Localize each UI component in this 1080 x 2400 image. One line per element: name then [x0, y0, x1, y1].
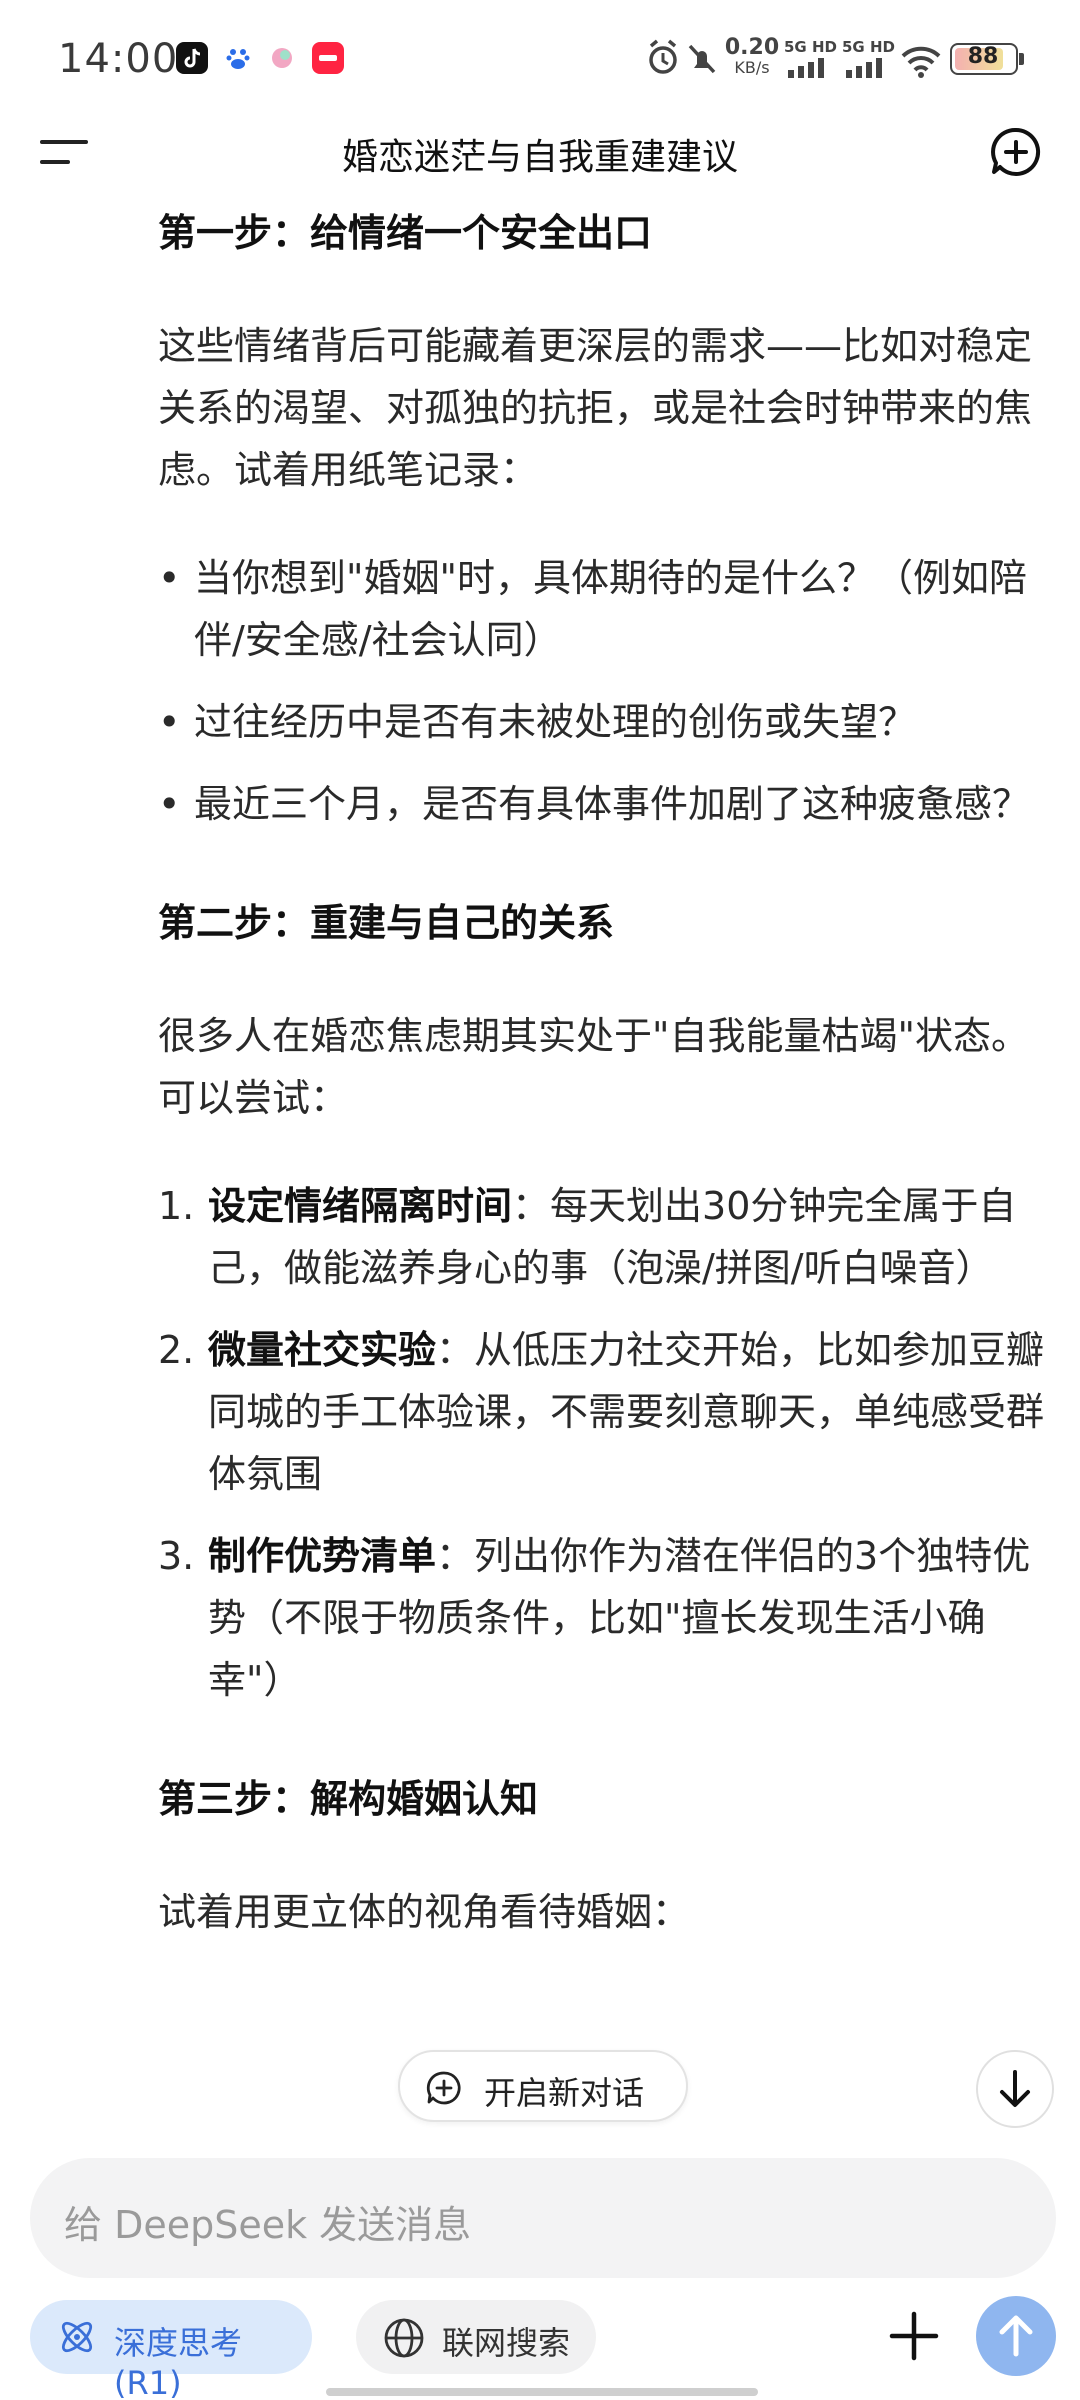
arrow-down-icon [1000, 2070, 1030, 2107]
step1-intro: 这些情绪背后可能藏着更深层的需求——比如对稳定关系的渴望、对孤独的抗拒，或是社会… [158, 324, 1033, 492]
step2-title: 第二步：重建与自己的关系 [158, 901, 615, 945]
list-number: 3. [158, 1534, 195, 1578]
step1-bullet-list: 当你想到"婚姻"时，具体期待的是什么？（例如陪伴/安全感/社会认同） 过往经历中… [158, 547, 1048, 835]
list-item-bold: 微量社交实验 [208, 1328, 437, 1372]
status-time: 14:00 [58, 36, 179, 82]
douyin-app-icon [176, 42, 208, 74]
network-speed: 0.20 KB/s [724, 35, 780, 78]
list-number: 1. [158, 1184, 195, 1228]
signal2-icon [846, 58, 882, 78]
arrow-up-icon [999, 2315, 1033, 2357]
list-item-bold: 制作优势清单 [208, 1534, 437, 1578]
battery-level: 88 [967, 44, 999, 69]
attach-plus-icon[interactable] [884, 2306, 944, 2366]
list-item: 最近三个月，是否有具体事件加剧了这种疲惫感？ [158, 773, 1048, 835]
alarm-icon [649, 39, 677, 74]
message-input-placeholder: 给 DeepSeek 发送消息 [64, 2203, 472, 2247]
step3-intro: 试着用更立体的视角看待婚姻： [158, 1890, 691, 1934]
web-search-label: 联网搜索 [442, 2324, 571, 2362]
atom-icon [61, 2321, 93, 2353]
list-item: 1. 设定情绪隔离时间：每天划出30分钟完全属于自己，做能滋养身心的事（泡澡/拼图… [158, 1175, 1048, 1299]
wifi-icon [901, 46, 941, 78]
scroll-down-button[interactable] [976, 2050, 1054, 2128]
step2-numbered-list: 1. 设定情绪隔离时间：每天划出30分钟完全属于自己，做能滋养身心的事（泡澡/拼图… [158, 1175, 1048, 1711]
globe-icon [384, 2318, 424, 2358]
battery-icon: 88 [950, 43, 1024, 75]
signal1-label: 5G HD [784, 38, 837, 56]
round-app-icon [266, 42, 298, 74]
baidu-app-icon [222, 42, 254, 74]
new-chat-icon [426, 2071, 461, 2105]
message-content: 第一步：给情绪一个安全出口 这些情绪背后可能藏着更深层的需求——比如对稳定关系的… [158, 205, 1048, 1943]
home-indicator[interactable] [326, 2388, 758, 2396]
list-item: 3. 制作优势清单：列出你作为潜在伴侣的3个独特优势（不限于物质条件，比如"擅长发… [158, 1525, 1048, 1711]
page-title: 婚恋迷茫与自我重建建议 [341, 137, 738, 178]
signal1-icon [788, 58, 824, 78]
deep-think-toggle[interactable]: 深度思考 (R1) [30, 2300, 312, 2400]
new-chat-button[interactable]: 开启新对话 [398, 2050, 688, 2122]
step1-title: 第一步：给情绪一个安全出口 [158, 211, 653, 255]
list-item: 2. 微量社交实验：从低压力社交开始，比如参加豆瓣同城的手工体验课，不需要刻意聊天… [158, 1319, 1048, 1505]
deep-think-label: 深度思考 (R1) [114, 2324, 243, 2400]
xiaohongshu-app-icon [312, 42, 344, 74]
list-number: 2. [158, 1328, 195, 1372]
step2-intro: 很多人在婚恋焦虑期其实处于"自我能量枯竭"状态。可以尝试： [158, 1014, 1029, 1120]
mute-icon [688, 44, 716, 74]
message-input[interactable]: 给 DeepSeek 发送消息 [30, 2158, 1056, 2278]
step3-title: 第三步：解构婚姻认知 [158, 1777, 539, 1821]
send-button[interactable] [976, 2296, 1056, 2376]
signal2-label: 5G HD [842, 38, 895, 56]
web-search-toggle[interactable]: 联网搜索 [356, 2300, 596, 2374]
list-item: 过往经历中是否有未被处理的创伤或失望？ [158, 691, 1048, 753]
app-header: 婚恋迷茫与自我重建建议 [0, 110, 1080, 200]
new-chat-icon[interactable] [990, 126, 1042, 178]
status-bar: 14:00 0.20 KB/s 5G HD 5G HD 88 [0, 0, 1080, 120]
list-item: 当你想到"婚姻"时，具体期待的是什么？（例如陪伴/安全感/社会认同） [158, 547, 1048, 671]
new-chat-label: 开启新对话 [484, 2074, 645, 2112]
list-item-bold: 设定情绪隔离时间 [208, 1184, 513, 1228]
